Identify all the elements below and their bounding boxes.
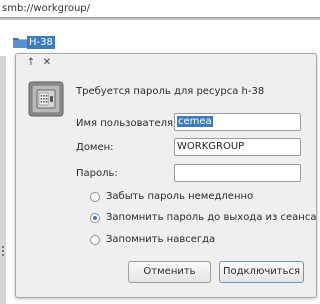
location-path: smb://workgroup/ — [2, 3, 91, 14]
close-icon[interactable]: ✕ — [41, 57, 53, 69]
radio-label: Забыть пароль немедленно — [106, 191, 254, 202]
password-field[interactable] — [174, 164, 301, 182]
location-bar[interactable]: smb://workgroup/ — [0, 0, 320, 18]
dialog-titlebar[interactable]: ↑ ✕ — [16, 54, 316, 72]
username-value: cemea — [177, 116, 213, 127]
password-dialog: ↑ ✕ Требуется пароль для ресурса h-38 Им… — [15, 53, 317, 298]
safe-lock-icon — [28, 81, 64, 117]
username-field[interactable]: cemea — [174, 113, 301, 131]
connect-button[interactable]: Подключиться — [219, 261, 304, 283]
dialog-prompt: Требуется пароль для ресурса h-38 — [76, 86, 265, 97]
pane-splitter[interactable] — [0, 56, 6, 304]
radio-button-selected[interactable] — [90, 213, 100, 223]
radio-label: Запомнить пароль до выхода из сеанса — [106, 212, 317, 223]
radio-label: Запомнить навсегда — [106, 234, 216, 245]
password-label: Пароль: — [76, 168, 118, 179]
folder-icon — [13, 38, 27, 48]
domain-label: Домен: — [76, 142, 114, 153]
folder-label: H-38 — [27, 36, 55, 49]
username-label: Имя пользователя: — [76, 118, 177, 129]
pin-icon[interactable]: ↑ — [25, 57, 37, 69]
domain-field[interactable]: WORKGROUP — [174, 138, 301, 156]
radio-button[interactable] — [90, 235, 100, 245]
cancel-button[interactable]: Отменить — [128, 261, 211, 283]
radio-button[interactable] — [90, 192, 100, 202]
